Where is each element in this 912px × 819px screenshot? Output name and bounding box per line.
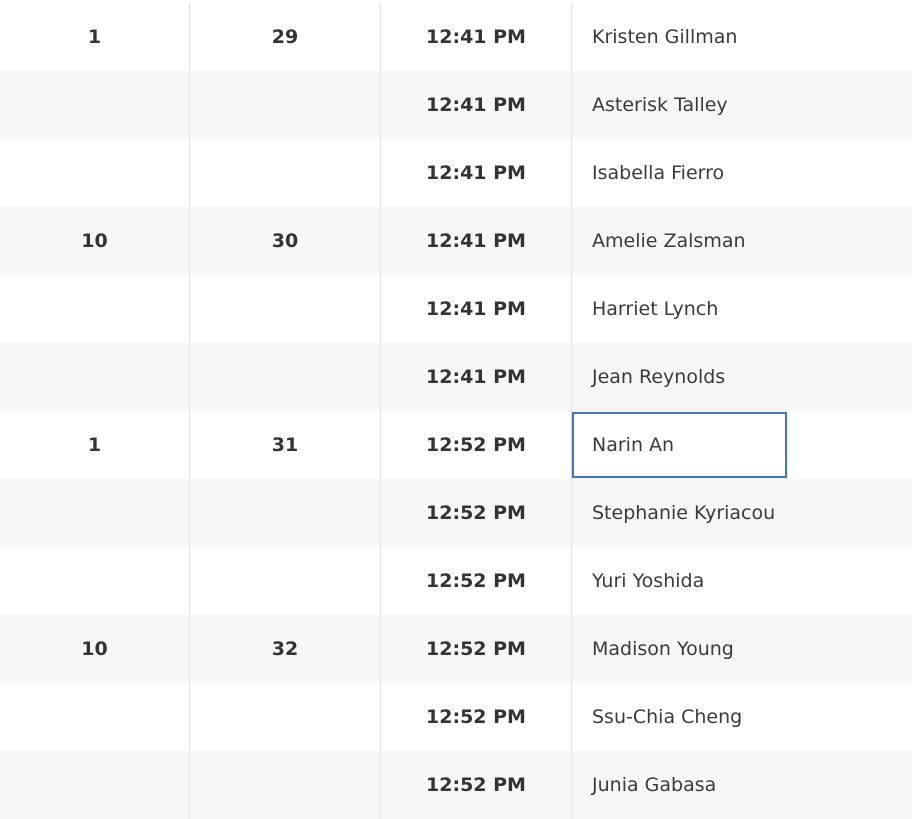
player-name-cell[interactable]: Yuri Yoshida bbox=[571, 547, 912, 615]
tee-cell: 1 bbox=[87, 434, 102, 456]
time-cell: 12:41 PM bbox=[380, 71, 571, 139]
player-name-cell[interactable]: Madison Young bbox=[571, 615, 912, 683]
player-name-cell[interactable]: Asterisk Talley bbox=[571, 71, 912, 139]
table-row: 10 32 12:52 PM Madison Young bbox=[0, 615, 912, 683]
player-name-cell[interactable]: Kristen Gillman bbox=[571, 3, 912, 71]
tee-cell bbox=[0, 343, 189, 411]
tee-times-table: 1 29 12:41 PM Kristen Gillman 12:41 PM A… bbox=[0, 3, 912, 819]
table-row: 12:41 PM Harriet Lynch bbox=[0, 275, 912, 343]
tee-cell bbox=[0, 71, 189, 139]
time-cell: 12:52 PM bbox=[380, 683, 571, 751]
table-row: 12:52 PM Ssu-Chia Cheng bbox=[0, 683, 912, 751]
time-cell: 12:41 PM bbox=[380, 3, 571, 71]
table-row: 1 31 12:52 PM Narin An bbox=[0, 411, 912, 479]
time-cell: 12:52 PM bbox=[380, 615, 571, 683]
table-row: 12:52 PM Stephanie Kyriacou bbox=[0, 479, 912, 547]
time-cell: 12:41 PM bbox=[380, 139, 571, 207]
player-name-cell[interactable]: Ssu-Chia Cheng bbox=[571, 683, 912, 751]
time-cell: 12:52 PM bbox=[380, 411, 571, 479]
group-cell bbox=[189, 751, 380, 819]
tee-cell bbox=[0, 275, 189, 343]
table-row: 12:41 PM Isabella Fierro bbox=[0, 139, 912, 207]
tee-cell: 1 bbox=[87, 26, 102, 48]
group-cell bbox=[189, 683, 380, 751]
time-cell: 12:52 PM bbox=[380, 547, 571, 615]
player-name-cell[interactable]: Harriet Lynch bbox=[571, 275, 912, 343]
tee-cell: 10 bbox=[81, 638, 108, 660]
group-cell bbox=[189, 275, 380, 343]
group-cell: 30 bbox=[189, 207, 380, 275]
tee-cell: 10 bbox=[81, 230, 108, 252]
group-cell: 29 bbox=[189, 3, 380, 71]
table-row: 12:41 PM Asterisk Talley bbox=[0, 71, 912, 139]
table-row: 12:41 PM Jean Reynolds bbox=[0, 343, 912, 411]
group-cell: 31 bbox=[189, 411, 380, 479]
time-cell: 12:52 PM bbox=[380, 751, 571, 819]
group-cell bbox=[189, 71, 380, 139]
group-cell bbox=[189, 547, 380, 615]
group-cell bbox=[189, 139, 380, 207]
player-name-cell[interactable]: Isabella Fierro bbox=[571, 139, 912, 207]
time-cell: 12:41 PM bbox=[380, 275, 571, 343]
time-cell: 12:52 PM bbox=[380, 479, 571, 547]
time-cell: 12:41 PM bbox=[380, 207, 571, 275]
table-row: 1 29 12:41 PM Kristen Gillman bbox=[0, 3, 912, 71]
player-name-cell-selected[interactable]: Narin An bbox=[571, 411, 912, 479]
player-name-cell[interactable]: Junia Gabasa bbox=[571, 751, 912, 819]
group-cell bbox=[189, 479, 380, 547]
tee-cell bbox=[0, 479, 189, 547]
group-cell: 32 bbox=[189, 615, 380, 683]
player-name-cell[interactable]: Amelie Zalsman bbox=[571, 207, 912, 275]
table-row: 12:52 PM Yuri Yoshida bbox=[0, 547, 912, 615]
time-cell: 12:41 PM bbox=[380, 343, 571, 411]
table-row: 12:52 PM Junia Gabasa bbox=[0, 751, 912, 819]
player-name-cell[interactable]: Jean Reynolds bbox=[571, 343, 912, 411]
tee-cell bbox=[0, 683, 189, 751]
group-cell bbox=[189, 343, 380, 411]
tee-cell bbox=[0, 751, 189, 819]
tee-cell bbox=[0, 139, 189, 207]
tee-cell bbox=[0, 547, 189, 615]
player-name-cell[interactable]: Stephanie Kyriacou bbox=[571, 479, 912, 547]
table-row: 10 30 12:41 PM Amelie Zalsman bbox=[0, 207, 912, 275]
